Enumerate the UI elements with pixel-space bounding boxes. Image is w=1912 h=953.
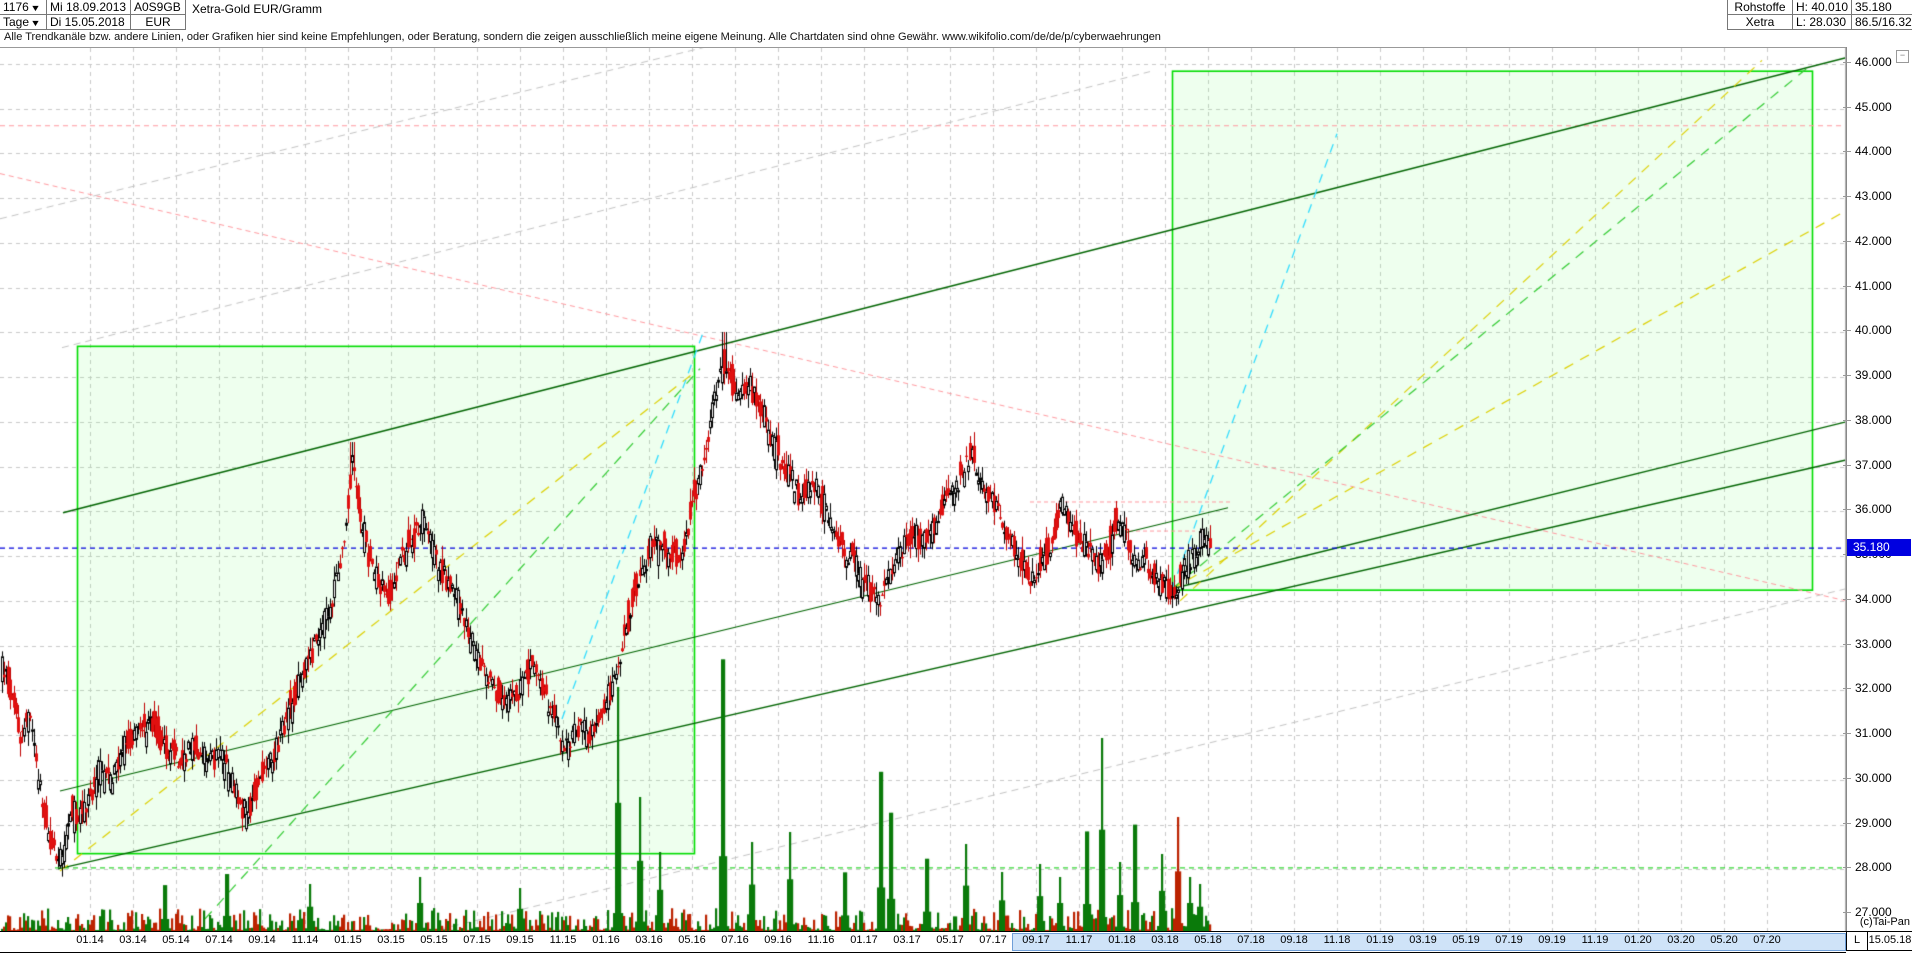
y-axis-label: 43.000 — [1855, 189, 1892, 203]
period-dropdown[interactable]: Tage▼ — [0, 15, 47, 30]
y-axis-label: 41.000 — [1855, 279, 1892, 293]
last-date-field[interactable]: Di 15.05.2018 — [47, 15, 131, 30]
chevron-down-icon: ▼ — [30, 16, 41, 30]
y-axis-label: 32.000 — [1855, 681, 1892, 695]
price-axis[interactable]: 46.000 45.000 44.000 43.000 42.000 41.000 40.0… — [1846, 47, 1912, 931]
disclaimer-text: Alle Trendkanäle bzw. andere Linien, ode… — [4, 31, 1844, 47]
y-axis-label: 39.000 — [1855, 368, 1892, 382]
x-axis-label: 11.15 — [550, 934, 577, 946]
bars-count-dropdown[interactable]: 1176▼ — [0, 0, 47, 15]
first-date-field[interactable]: Mi 18.09.2013 — [47, 0, 131, 15]
price-chart-canvas[interactable] — [0, 48, 1846, 932]
x-axis-label: 11.18 — [1324, 934, 1351, 946]
x-axis-label: 03.19 — [1409, 934, 1437, 946]
x-axis-label: 11.14 — [292, 934, 319, 946]
x-axis-label: 03.18 — [1151, 934, 1179, 946]
x-axis-label: 11.16 — [808, 934, 835, 946]
x-axis-label: 03.15 — [377, 934, 405, 946]
exchange-label: Xetra — [1727, 15, 1793, 30]
x-axis-label: 01.18 — [1108, 934, 1136, 946]
x-axis-label: 07.17 — [979, 934, 1007, 946]
x-axis-label: 05.15 — [420, 934, 448, 946]
x-axis-label: 07.18 — [1237, 934, 1265, 946]
y-axis-label: 45.000 — [1855, 100, 1892, 114]
y-axis-label: 42.000 — [1855, 234, 1892, 248]
x-axis-label: 03.17 — [893, 934, 921, 946]
y-axis-label: 44.000 — [1855, 144, 1892, 158]
x-axis-label: 05.18 — [1194, 934, 1222, 946]
x-axis-label: 01.20 — [1624, 934, 1652, 946]
x-axis-label: 11.17 — [1066, 934, 1093, 946]
footer-last-date: 15.05.18 — [1867, 931, 1912, 951]
y-axis-label: 46.000 — [1855, 55, 1892, 69]
last-price-tag: 35.180 — [1847, 539, 1911, 556]
x-axis-label: 05.16 — [678, 934, 706, 946]
x-axis-label: 05.20 — [1710, 934, 1738, 946]
x-axis-label: 05.14 — [162, 934, 190, 946]
header-last-price: 35.180 — [1852, 0, 1912, 15]
header-bar: 1176▼ Tage▼ Mi 18.09.2013 Di 15.05.2018 … — [0, 0, 1912, 30]
y-axis-label: 40.000 — [1855, 323, 1892, 337]
time-axis[interactable]: 01.14 03.14 05.14 07.14 09.14 11.14 01.15 03.15… — [0, 931, 1846, 953]
last-marker-label: L — [1846, 931, 1868, 951]
y-axis-label: 31.000 — [1855, 726, 1892, 740]
x-axis-label: 09.18 — [1280, 934, 1308, 946]
y-axis-label: 37.000 — [1855, 458, 1892, 472]
x-axis-label: 09.14 — [248, 934, 276, 946]
x-axis-label: 09.17 — [1022, 934, 1050, 946]
x-axis-label: 07.16 — [721, 934, 749, 946]
x-axis-label: 01.16 — [592, 934, 620, 946]
y-axis-label: 28.000 — [1855, 860, 1892, 874]
x-axis-label: 09.19 — [1538, 934, 1566, 946]
x-axis-label: 03.16 — [635, 934, 663, 946]
x-axis-label: 01.14 — [76, 934, 104, 946]
price-chart-area[interactable] — [0, 47, 1846, 932]
header-extra-info: 86.5/16.32 — [1852, 15, 1912, 30]
category-label: Rohstoffe — [1727, 0, 1793, 15]
footer-cells: L 15.05.18 — [1846, 931, 1912, 951]
y-axis-label: 34.000 — [1855, 592, 1892, 606]
x-axis-label: 09.16 — [764, 934, 792, 946]
x-axis-label: 01.15 — [334, 934, 362, 946]
x-axis-label: 03.14 — [119, 934, 147, 946]
x-axis-label: 07.19 — [1495, 934, 1523, 946]
x-axis-label: 07.15 — [463, 934, 491, 946]
x-axis-label: 09.15 — [506, 934, 534, 946]
high-value: H: 40.010 — [1793, 0, 1852, 15]
y-axis-label: 29.000 — [1855, 816, 1892, 830]
low-value: L: 28.030 — [1793, 15, 1852, 30]
x-axis-label: 05.19 — [1452, 934, 1480, 946]
x-axis-label: 11.19 — [1582, 934, 1609, 946]
y-axis-label: 30.000 — [1855, 771, 1892, 785]
x-axis-label: 01.19 — [1366, 934, 1394, 946]
y-axis-label: 36.000 — [1855, 502, 1892, 516]
y-axis-label: 33.000 — [1855, 637, 1892, 651]
y-axis-label: 38.000 — [1855, 413, 1892, 427]
x-axis-label: 07.14 — [205, 934, 233, 946]
x-axis-label: 05.17 — [936, 934, 964, 946]
x-axis-label: 07.20 — [1753, 934, 1781, 946]
currency-label: EUR — [131, 15, 186, 30]
chart-title: Xetra-Gold EUR/Gramm — [189, 2, 889, 18]
chevron-down-icon: ▼ — [30, 1, 41, 15]
collapse-icon[interactable]: − — [1896, 50, 1909, 63]
copyright-label: (c)Tai-Pan — [1860, 916, 1910, 928]
x-axis-label: 03.20 — [1667, 934, 1695, 946]
symbol-field[interactable]: A0S9GB — [131, 0, 186, 15]
x-axis-label: 01.17 — [850, 934, 878, 946]
